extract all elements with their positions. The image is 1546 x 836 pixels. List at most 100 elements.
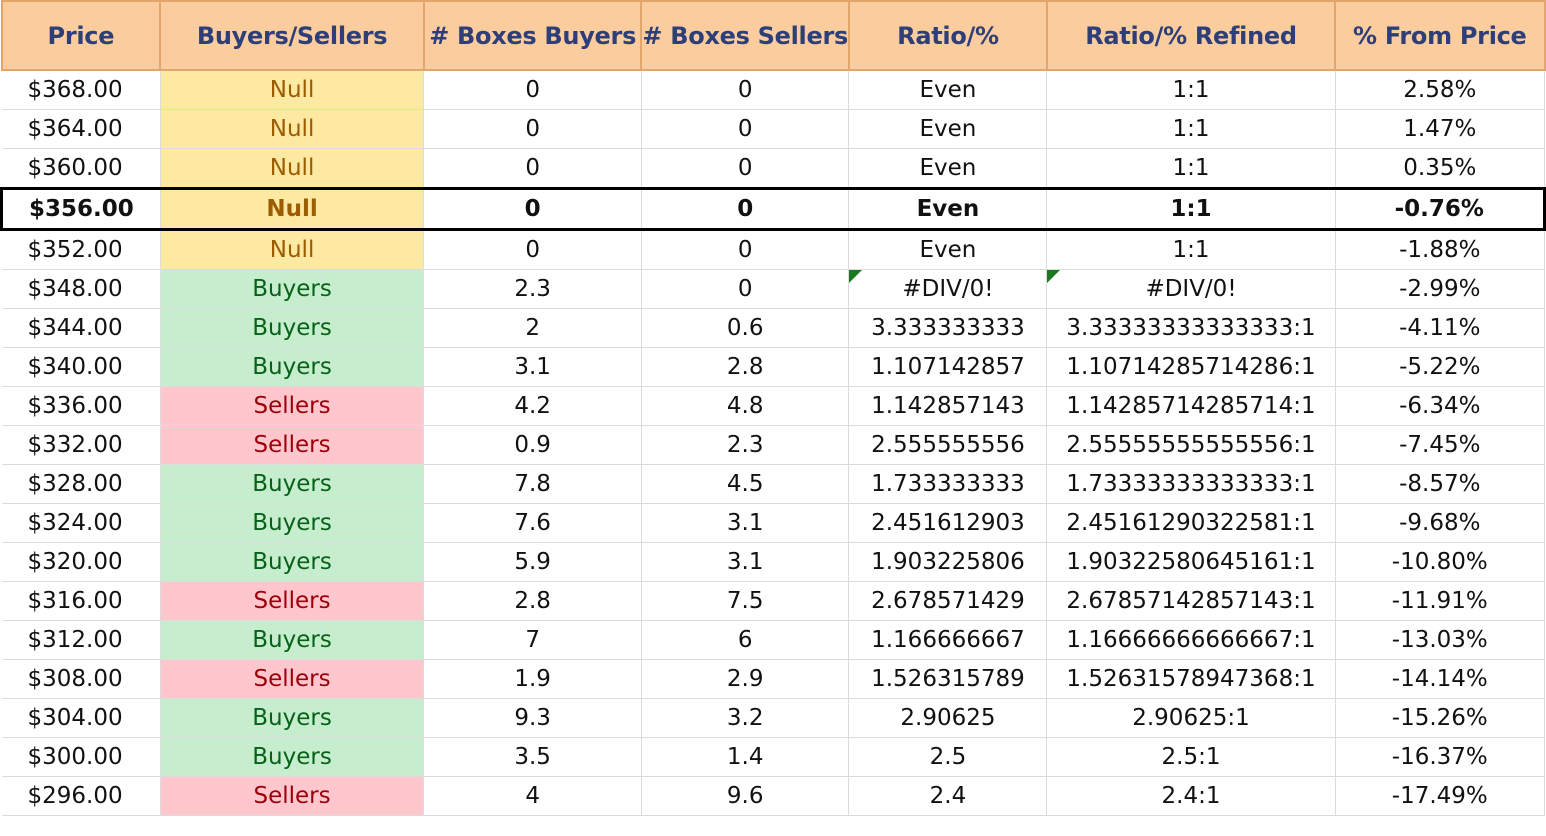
boxes-sellers-cell[interactable]: 4.5 xyxy=(641,464,850,504)
boxes-sellers-cell[interactable]: 0 xyxy=(641,148,850,189)
ratio-cell[interactable]: 1.107142857 xyxy=(848,347,1048,387)
ratio-cell[interactable]: 3.333333333 xyxy=(848,308,1048,348)
from-price-cell[interactable]: -5.22% xyxy=(1335,347,1546,387)
boxes-sellers-cell[interactable]: 0 xyxy=(641,229,850,270)
boxes-sellers-cell[interactable]: 1.4 xyxy=(641,737,850,777)
side-cell[interactable]: Null xyxy=(160,70,425,110)
ratio-refined-cell[interactable]: 2.5:1 xyxy=(1046,737,1336,777)
ratio-refined-cell[interactable]: 1.10714285714286:1 xyxy=(1046,347,1336,387)
ratio-refined-cell[interactable]: 2.4:1 xyxy=(1046,776,1336,816)
price-cell[interactable]: $320.00 xyxy=(1,542,161,582)
ratio-cell[interactable]: 1.903225806 xyxy=(848,542,1048,582)
side-cell[interactable]: Buyers xyxy=(160,737,425,777)
boxes-buyers-cell[interactable]: 0.9 xyxy=(423,425,642,465)
from-price-cell[interactable]: -0.76% xyxy=(1335,187,1546,231)
ratio-refined-cell[interactable]: 1:1 xyxy=(1046,229,1336,270)
price-cell[interactable]: $368.00 xyxy=(1,70,161,110)
side-cell[interactable]: Null xyxy=(160,109,425,149)
ratio-cell[interactable]: 1.733333333 xyxy=(848,464,1048,504)
ratio-refined-cell[interactable]: 1:1 xyxy=(1046,70,1336,110)
side-cell[interactable]: Buyers xyxy=(160,347,425,387)
from-price-cell[interactable]: -11.91% xyxy=(1335,581,1546,621)
side-cell[interactable]: Null xyxy=(160,187,425,231)
ratio-refined-cell[interactable]: #DIV/0! xyxy=(1046,269,1336,309)
boxes-sellers-cell[interactable]: 3.1 xyxy=(641,503,850,543)
price-cell[interactable]: $308.00 xyxy=(1,659,161,699)
boxes-buyers-cell[interactable]: 4.2 xyxy=(423,386,642,426)
ratio-cell[interactable]: 2.451612903 xyxy=(848,503,1048,543)
from-price-cell[interactable]: -7.45% xyxy=(1335,425,1546,465)
boxes-sellers-cell[interactable]: 2.9 xyxy=(641,659,850,699)
boxes-buyers-cell[interactable]: 9.3 xyxy=(423,698,642,738)
from-price-cell[interactable]: -14.14% xyxy=(1335,659,1546,699)
boxes-buyers-cell[interactable]: 3.5 xyxy=(423,737,642,777)
header-ratio-refined[interactable]: Ratio/% Refined xyxy=(1046,0,1337,71)
price-cell[interactable]: $296.00 xyxy=(1,776,161,816)
ratio-refined-cell[interactable]: 1.16666666666667:1 xyxy=(1046,620,1336,660)
boxes-sellers-cell[interactable]: 0 xyxy=(641,70,850,110)
ratio-cell[interactable]: Even xyxy=(848,187,1048,231)
boxes-buyers-cell[interactable]: 2 xyxy=(423,308,642,348)
price-cell[interactable]: $356.00 xyxy=(0,187,161,231)
ratio-cell[interactable]: Even xyxy=(848,70,1048,110)
boxes-sellers-cell[interactable]: 7.5 xyxy=(641,581,850,621)
side-cell[interactable]: Null xyxy=(160,148,425,189)
from-price-cell[interactable]: -17.49% xyxy=(1335,776,1546,816)
ratio-cell[interactable]: 2.555555556 xyxy=(848,425,1048,465)
boxes-buyers-cell[interactable]: 7.6 xyxy=(423,503,642,543)
ratio-refined-cell[interactable]: 1.52631578947368:1 xyxy=(1046,659,1336,699)
side-cell[interactable]: Sellers xyxy=(160,386,425,426)
side-cell[interactable]: Buyers xyxy=(160,308,425,348)
boxes-sellers-cell[interactable]: 6 xyxy=(641,620,850,660)
ratio-refined-cell[interactable]: 1.14285714285714:1 xyxy=(1046,386,1336,426)
header-boxes-buyers[interactable]: # Boxes Buyers xyxy=(423,0,643,71)
boxes-buyers-cell[interactable]: 2.3 xyxy=(423,269,642,309)
from-price-cell[interactable]: -9.68% xyxy=(1335,503,1546,543)
boxes-buyers-cell[interactable]: 0 xyxy=(423,109,642,149)
price-cell[interactable]: $344.00 xyxy=(1,308,161,348)
price-cell[interactable]: $316.00 xyxy=(1,581,161,621)
from-price-cell[interactable]: 1.47% xyxy=(1335,109,1546,149)
from-price-cell[interactable]: -10.80% xyxy=(1335,542,1546,582)
ratio-cell[interactable]: 2.678571429 xyxy=(848,581,1048,621)
header-buyers-sellers[interactable]: Buyers/Sellers xyxy=(160,0,425,71)
boxes-buyers-cell[interactable]: 0 xyxy=(423,148,642,189)
ratio-refined-cell[interactable]: 2.55555555555556:1 xyxy=(1046,425,1336,465)
price-cell[interactable]: $360.00 xyxy=(1,148,161,189)
ratio-cell[interactable]: 2.90625 xyxy=(848,698,1048,738)
price-cell[interactable]: $324.00 xyxy=(1,503,161,543)
side-cell[interactable]: Buyers xyxy=(160,698,425,738)
ratio-cell[interactable]: 1.142857143 xyxy=(848,386,1048,426)
boxes-sellers-cell[interactable]: 0.6 xyxy=(641,308,850,348)
boxes-buyers-cell[interactable]: 4 xyxy=(423,776,642,816)
from-price-cell[interactable]: -2.99% xyxy=(1335,269,1546,309)
side-cell[interactable]: Sellers xyxy=(160,581,425,621)
header-boxes-sellers[interactable]: # Boxes Sellers xyxy=(641,0,850,71)
price-cell[interactable]: $348.00 xyxy=(1,269,161,309)
from-price-cell[interactable]: 2.58% xyxy=(1335,70,1546,110)
ratio-refined-cell[interactable]: 3.33333333333333:1 xyxy=(1046,308,1336,348)
ratio-refined-cell[interactable]: 1.90322580645161:1 xyxy=(1046,542,1336,582)
ratio-refined-cell[interactable]: 2.90625:1 xyxy=(1046,698,1336,738)
from-price-cell[interactable]: -16.37% xyxy=(1335,737,1546,777)
header-from-price[interactable]: % From Price xyxy=(1335,0,1546,71)
boxes-buyers-cell[interactable]: 5.9 xyxy=(423,542,642,582)
side-cell[interactable]: Buyers xyxy=(160,269,425,309)
ratio-cell[interactable]: 2.4 xyxy=(848,776,1048,816)
side-cell[interactable]: Buyers xyxy=(160,464,425,504)
side-cell[interactable]: Sellers xyxy=(160,776,425,816)
side-cell[interactable]: Sellers xyxy=(160,425,425,465)
side-cell[interactable]: Sellers xyxy=(160,659,425,699)
side-cell[interactable]: Buyers xyxy=(160,542,425,582)
ratio-refined-cell[interactable]: 1.73333333333333:1 xyxy=(1046,464,1336,504)
side-cell[interactable]: Buyers xyxy=(160,503,425,543)
boxes-buyers-cell[interactable]: 0 xyxy=(423,229,642,270)
price-cell[interactable]: $336.00 xyxy=(1,386,161,426)
ratio-refined-cell[interactable]: 2.45161290322581:1 xyxy=(1046,503,1336,543)
boxes-buyers-cell[interactable]: 3.1 xyxy=(423,347,642,387)
price-cell[interactable]: $332.00 xyxy=(1,425,161,465)
boxes-sellers-cell[interactable]: 0 xyxy=(641,187,850,231)
boxes-sellers-cell[interactable]: 9.6 xyxy=(641,776,850,816)
from-price-cell[interactable]: -1.88% xyxy=(1335,229,1546,270)
boxes-buyers-cell[interactable]: 0 xyxy=(423,70,642,110)
